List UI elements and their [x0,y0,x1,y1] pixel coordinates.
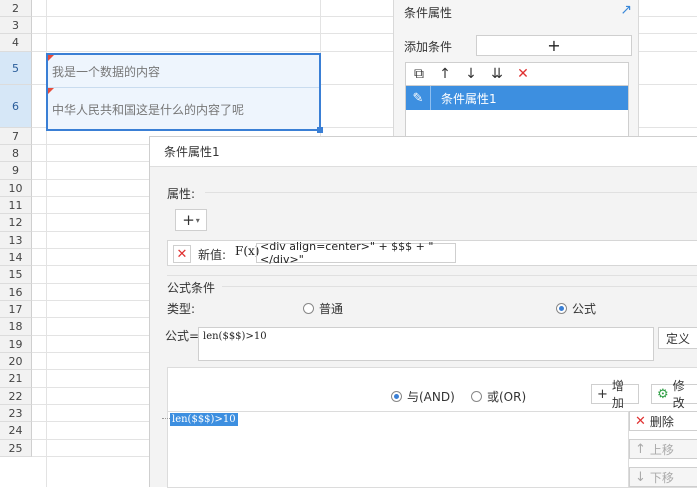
condition-panel: 条件属性 ↗ 添加条件 + ⧉ ↑ ↓ ⇊ ✕ ✎ 条件属性1 [393,0,639,140]
row-header[interactable]: 15 [0,266,32,284]
radio-icon [303,303,314,314]
type-formula-radio[interactable]: 公式 [556,300,596,317]
row-header[interactable]: 25 [0,440,32,457]
formula-input[interactable]: len($$$)>10 [198,327,654,361]
delete-button-label: 删除 [649,414,674,429]
tree-item-label: len($$$)>10 [170,413,238,426]
define-button[interactable]: 定义 [658,327,697,349]
cell-a5-text: 我是一个数据的内容 [52,64,161,79]
move-bottom-icon[interactable]: ⇊ [488,66,506,82]
row-header[interactable]: 23 [0,405,32,422]
condition-tree-item[interactable]: len($$$)>10 [162,411,238,426]
row-header[interactable]: 13 [0,232,32,249]
selected-cell-range[interactable]: 我是一个数据的内容 中华人民共和国这是什么的内容了呢 [46,53,323,133]
modify-button-label: 修改 [672,379,685,410]
divider [205,192,697,193]
condition-list-item[interactable]: ✎ 条件属性1 [406,86,628,110]
radio-selected-icon [391,391,402,402]
condition-marker-icon [48,88,54,94]
row-header[interactable]: 19 [0,336,32,353]
tree-connector [162,418,170,419]
row-header[interactable]: 16 [0,284,32,301]
row-header[interactable]: 20 [0,353,32,370]
panel-title: 条件属性 [404,6,453,20]
attr-section-label: 属性: [167,187,196,201]
divider [222,286,697,287]
edit-icon[interactable]: ✎ [406,86,431,110]
row-header[interactable]: 17 [0,301,32,318]
plus-icon: + [182,211,195,229]
expand-icon[interactable]: ↗ [620,2,632,18]
move-up-label: 上移 [649,442,674,457]
and-label: 与(AND) [407,390,455,404]
fill-handle[interactable] [317,127,323,133]
cell-a6[interactable]: 中华人民共和国这是什么的内容了呢 [48,88,319,131]
cell-a5[interactable]: 我是一个数据的内容 [48,55,319,88]
plus-icon: + [597,386,608,402]
row-header[interactable]: 22 [0,388,32,405]
add-condition-label: 添加条件 [404,40,453,54]
copy-icon[interactable]: ⧉ [410,66,428,82]
remove-property-icon[interactable]: ✕ [173,245,191,263]
add-button-label: 增加 [611,379,624,410]
modify-button[interactable]: ⚙ 修改 [651,379,697,410]
condition-list: ✎ 条件属性1 [405,86,629,140]
row-header[interactable]: 18 [0,318,32,336]
delete-icon[interactable]: ✕ [514,66,532,82]
arrow-down-icon: ↓ [635,469,646,485]
row-header[interactable]: 8 [0,145,32,162]
type-label: 类型: [167,302,196,316]
delete-button[interactable]: ✕ 删除 [629,411,697,431]
delete-icon: ✕ [635,413,646,429]
modify-icon: ⚙ [657,386,669,402]
row-header[interactable]: 21 [0,370,32,388]
or-label: 或(OR) [487,390,527,404]
or-radio[interactable]: 或(OR) [471,388,526,405]
type-formula-label: 公式 [572,302,597,316]
arrow-up-icon: ↑ [635,441,646,457]
type-normal-label: 普通 [319,302,344,316]
row-header[interactable]: 12 [0,214,32,232]
row-header[interactable]: 5 [0,52,32,85]
row-header[interactable]: 7 [0,128,32,145]
add-property-button[interactable]: + ▾ [175,209,207,231]
row-header[interactable]: 9 [0,162,32,180]
move-down-label: 下移 [649,470,674,485]
new-value-input[interactable]: <div align=center>" + $$$ + "</div>" [256,240,456,266]
condition-item-label: 条件属性1 [441,91,497,106]
condition-marker-icon [48,55,54,61]
formula-section-label: 公式条件 [167,281,216,295]
row-header[interactable]: 10 [0,180,32,197]
row-header[interactable]: 4 [0,34,32,52]
formula-label: 公式= [165,329,200,343]
row-header[interactable]: 24 [0,422,32,440]
and-radio[interactable]: 与(AND) [391,388,455,405]
cell-a6-text: 中华人民共和国这是什么的内容了呢 [52,103,245,117]
move-down-icon[interactable]: ↓ [462,66,480,82]
property-row: ✕ 新值: F(x) <div align=center>" + $$$ + "… [167,240,697,266]
add-condition-button[interactable]: + [476,35,632,56]
type-normal-radio[interactable]: 普通 [303,300,343,317]
radio-selected-icon [556,303,567,314]
row-header[interactable]: 3 [0,17,32,34]
move-down-button[interactable]: ↓ 下移 [629,467,697,487]
row-header[interactable]: 2 [0,0,32,17]
move-up-button[interactable]: ↑ 上移 [629,439,697,459]
condition-dialog: 条件属性1 属性: + ▾ ✕ 新值: F(x) <div align=cente… [149,136,697,488]
move-up-icon[interactable]: ↑ [436,66,454,82]
new-value-label: 新值: [198,248,227,262]
row-header[interactable]: 11 [0,197,32,214]
radio-icon [471,391,482,402]
row-header[interactable]: 14 [0,249,32,266]
dialog-title: 条件属性1 [150,137,697,167]
divider [167,275,697,276]
row-header[interactable]: 6 [0,85,32,128]
add-button[interactable]: + 增加 [591,379,639,410]
condition-toolbar: ⧉ ↑ ↓ ⇊ ✕ [405,62,629,86]
dropdown-arrow-icon: ▾ [195,215,200,225]
